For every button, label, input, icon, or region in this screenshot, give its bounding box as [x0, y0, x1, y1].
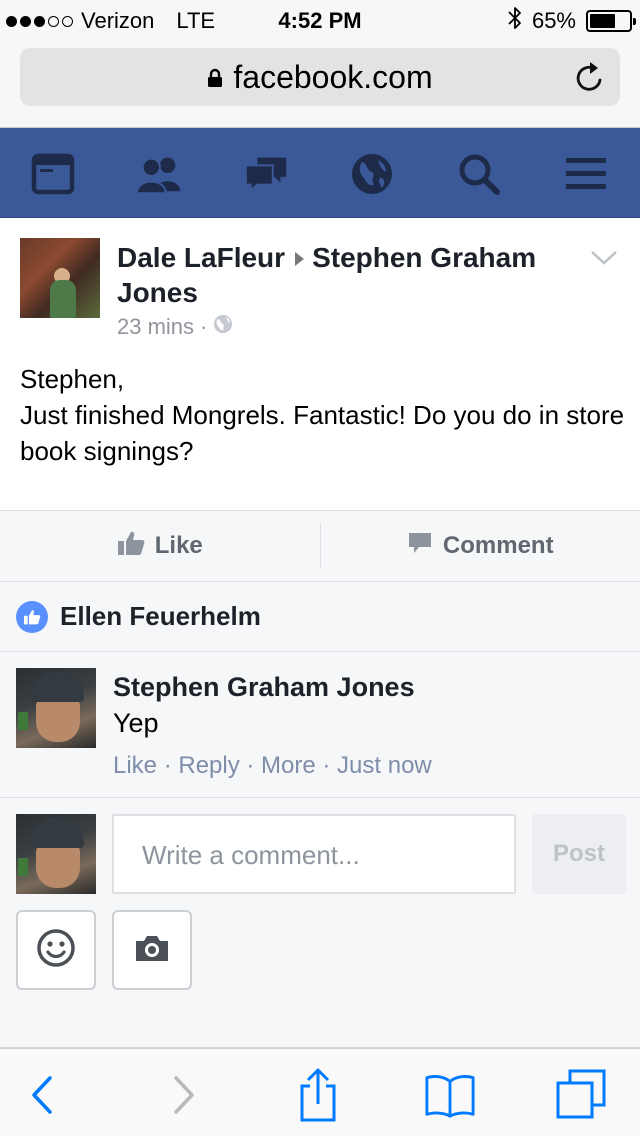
messages-icon[interactable]: [242, 150, 290, 198]
post-actions: Like Comment: [0, 510, 640, 582]
lock-icon: [207, 59, 223, 96]
like-label: Like: [154, 532, 203, 559]
feed-post: Dale LaFleur Stephen Graham Jones 23 mins…: [0, 218, 640, 510]
url-text: facebook.com: [233, 58, 433, 95]
status-bar: Verizon LTE 4:52 PM 65%: [0, 0, 640, 40]
reload-icon[interactable]: [574, 60, 606, 102]
address-bar[interactable]: facebook.com: [20, 48, 620, 106]
photo-button[interactable]: [112, 910, 192, 990]
smiley-icon: [36, 928, 76, 973]
menu-icon[interactable]: [562, 150, 610, 198]
comment-label: Comment: [442, 532, 554, 559]
post-author-link[interactable]: Dale LaFleur: [117, 242, 285, 273]
comment-author[interactable]: Stephen Graham Jones: [113, 672, 415, 703]
post-body-line: Stephen,: [20, 364, 125, 394]
comment-input[interactable]: Write a comment...: [112, 814, 516, 894]
news-feed-icon[interactable]: [29, 150, 77, 198]
browser-chrome: facebook.com: [0, 40, 640, 128]
status-right: 65%: [508, 6, 636, 36]
friends-icon[interactable]: [135, 150, 183, 198]
camera-icon: [134, 933, 170, 968]
comment-actions[interactable]: Like · Reply · More · Just now: [113, 752, 432, 780]
page-spacer: [0, 1008, 640, 1048]
battery-fill: [590, 14, 615, 28]
avatar[interactable]: [16, 668, 96, 748]
browser-toolbar: [0, 1048, 640, 1136]
post-header: Dale LaFleur Stephen Graham Jones: [117, 240, 577, 310]
avatar: [16, 814, 96, 894]
avatar[interactable]: [20, 238, 100, 318]
bluetooth-icon: [508, 6, 522, 36]
like-button[interactable]: Like: [0, 511, 320, 581]
facebook-nav-bar: [0, 128, 640, 218]
caret-right-icon: [295, 251, 305, 266]
tabs-icon[interactable]: [556, 1069, 608, 1121]
sticker-button[interactable]: [16, 910, 96, 990]
post-body: Stephen, Just finished Mongrels. Fantast…: [20, 361, 630, 469]
search-icon[interactable]: [455, 150, 503, 198]
post-body-line: Just finished Mongrels. Fantastic! Do yo…: [20, 400, 625, 466]
comment-bubble-icon: [407, 531, 433, 562]
globe-icon[interactable]: [348, 150, 396, 198]
forward-icon[interactable]: [158, 1069, 210, 1121]
chevron-down-icon[interactable]: [590, 250, 618, 271]
likers-names: Ellen Feuerhelm: [60, 601, 261, 631]
comment-text: Yep: [113, 708, 159, 738]
comment-button[interactable]: Comment: [321, 511, 640, 581]
bookmarks-icon[interactable]: [424, 1069, 476, 1121]
likes-summary[interactable]: Ellen Feuerhelm: [0, 582, 640, 652]
globe-icon: [213, 314, 233, 340]
meta-separator: ·: [200, 314, 208, 339]
back-icon[interactable]: [16, 1069, 68, 1121]
battery-icon: [586, 10, 636, 32]
comment-composer: Write a comment... Post: [0, 798, 640, 1008]
comment-item: Stephen Graham Jones Yep Like · Reply · …: [0, 652, 640, 798]
post-button[interactable]: Post: [532, 814, 626, 894]
post-timestamp[interactable]: 23 mins: [117, 314, 194, 340]
post-meta: 23 mins ·: [117, 314, 233, 340]
like-badge-icon: [16, 600, 48, 633]
thumbs-up-icon: [117, 530, 145, 563]
share-icon[interactable]: [292, 1068, 344, 1122]
battery-percent: 65%: [531, 8, 576, 33]
